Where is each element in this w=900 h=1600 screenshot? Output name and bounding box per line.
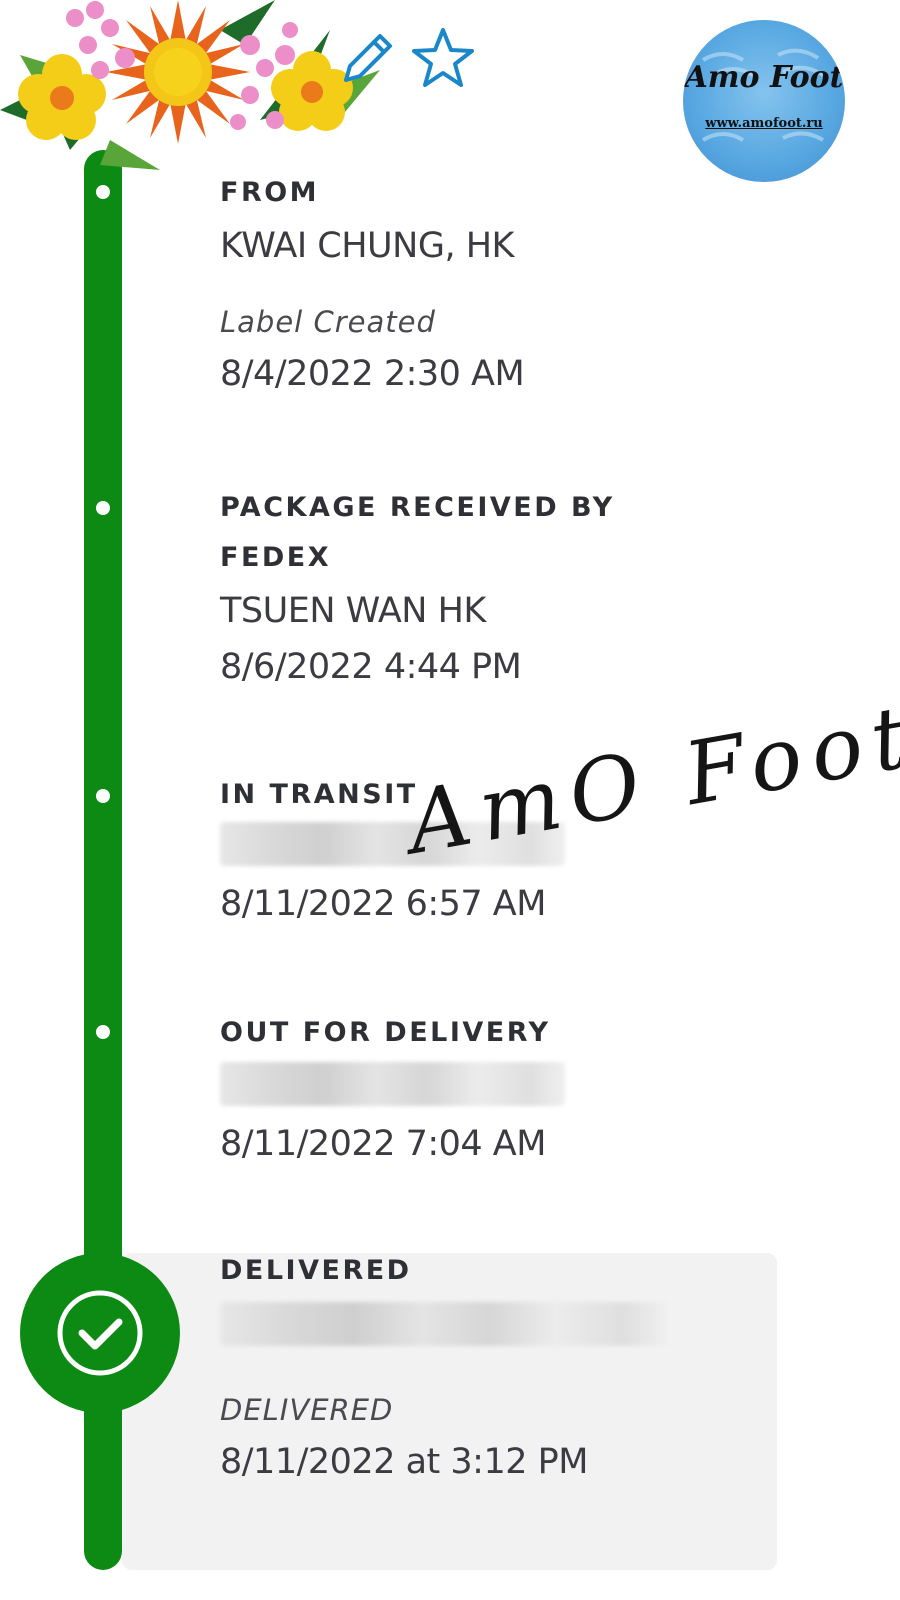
amo-foot-logo: Amo Foot www.amofoot.ru <box>683 20 845 182</box>
timeline-dot-transit <box>96 789 110 803</box>
logo-url: www.amofoot.ru <box>705 116 823 131</box>
stage-location: KWAI CHUNG, HK <box>220 226 515 266</box>
stage-location: TSUEN WAN HK <box>220 591 486 631</box>
stage-from: FROM KWAI CHUNG, HK Label Created 8/4/20… <box>220 168 760 402</box>
stage-datetime: 8/6/2022 4:44 PM <box>220 647 522 687</box>
redacted-location <box>220 1062 565 1106</box>
stage-datetime: 8/11/2022 6:57 AM <box>220 884 546 924</box>
stage-datetime: 8/11/2022 7:04 AM <box>220 1124 546 1164</box>
stage-title: DELIVERED <box>220 1255 412 1286</box>
star-icon[interactable] <box>410 26 476 92</box>
stage-title-line1: PACKAGE RECEIVED BY <box>220 492 615 523</box>
timeline-dot-from <box>96 185 110 199</box>
check-icon <box>57 1290 143 1376</box>
pencil-icon[interactable] <box>336 28 398 90</box>
timeline-dot-out <box>96 1025 110 1039</box>
stage-title-line2: FEDEX <box>220 542 332 573</box>
stage-datetime: 8/11/2022 at 3:12 PM <box>220 1442 588 1482</box>
stage-title: OUT FOR DELIVERY <box>220 1017 551 1048</box>
logo-name: Amo Foot <box>684 60 844 95</box>
logo-pattern <box>701 48 825 142</box>
stage-note: Label Created <box>220 305 436 339</box>
stage-datetime: 8/4/2022 2:30 AM <box>220 354 525 394</box>
delivered-status-circle <box>20 1253 180 1413</box>
timeline-dot-received <box>96 501 110 515</box>
flower-decoration <box>0 0 380 170</box>
redacted-location <box>220 1302 668 1346</box>
stage-delivered: DELIVERED DELIVERED 8/11/2022 at 3:12 PM <box>220 1246 760 1490</box>
stage-note: DELIVERED <box>220 1393 394 1427</box>
stage-out-for-delivery: OUT FOR DELIVERY 8/11/2022 7:04 AM <box>220 1008 760 1172</box>
stage-received: PACKAGE RECEIVED BY FEDEX TSUEN WAN HK 8… <box>220 483 760 695</box>
stage-title: FROM <box>220 177 320 208</box>
